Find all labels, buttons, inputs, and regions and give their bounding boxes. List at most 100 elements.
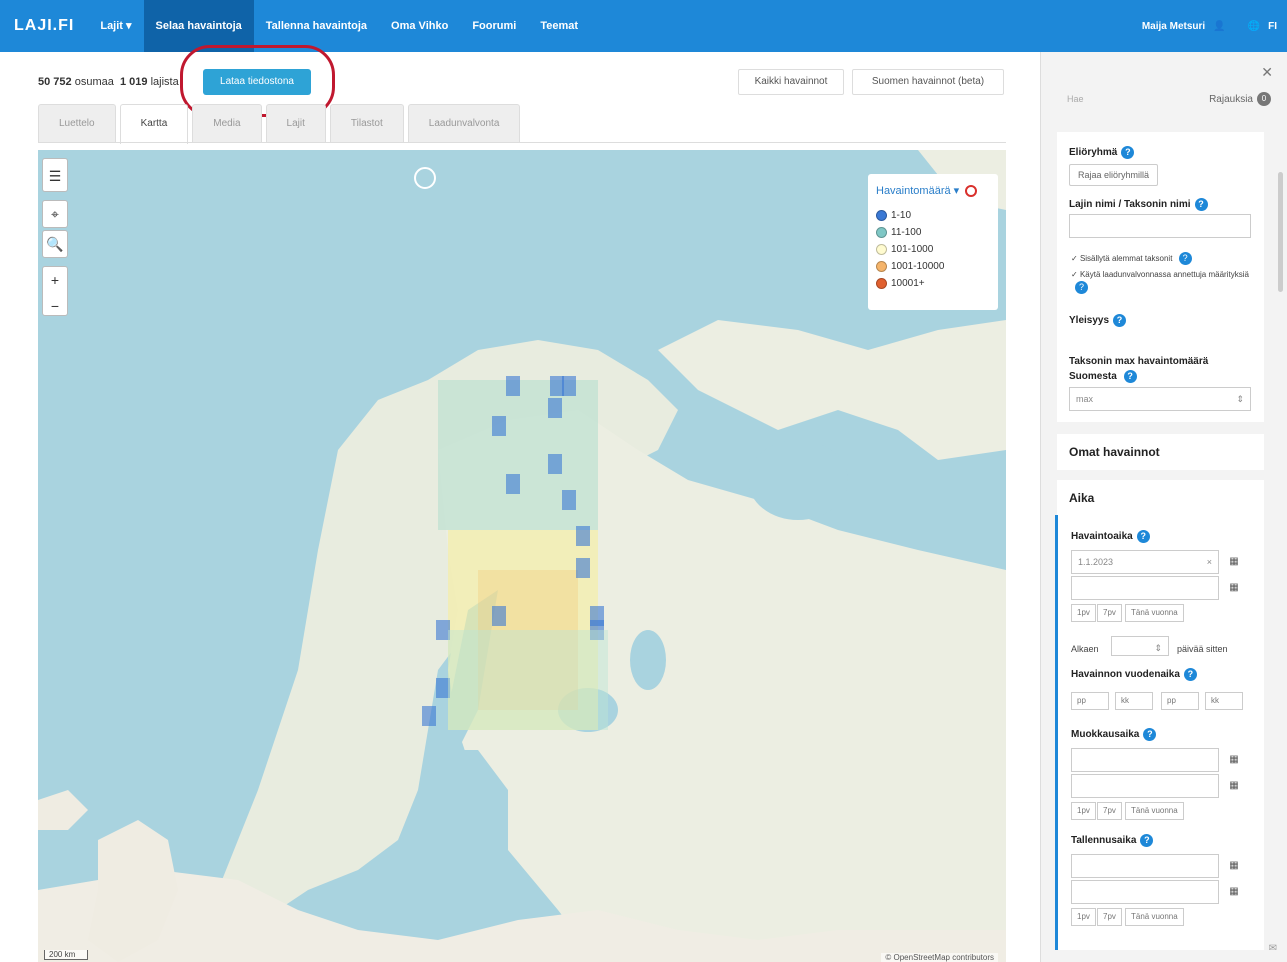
season-start-month-select[interactable]: kk [1115, 692, 1153, 710]
help-icon[interactable]: ? [1178, 252, 1192, 265]
rajaa-elioryhmilla-button[interactable]: Rajaa eliöryhmillä [1069, 164, 1159, 186]
aika-title[interactable]: Aika [1069, 491, 1094, 505]
legend-header[interactable]: Havaintomäärä ▾ [876, 184, 990, 197]
season-end-month-select[interactable]: kk [1205, 692, 1243, 710]
grid-cell [562, 490, 576, 510]
calendar-icon[interactable]: ▦ [1223, 774, 1245, 798]
help-icon[interactable]: ? [1121, 146, 1135, 159]
tab-laadunvalvonta[interactable]: Laadunvalvonta [407, 104, 521, 142]
quick-1pv-button[interactable]: 1pv [1071, 908, 1096, 926]
havaintoaika-start-value: 1.1.2023 [1078, 557, 1114, 567]
help-icon[interactable]: ? [1140, 834, 1154, 847]
help-icon[interactable]: ? [1143, 728, 1157, 741]
calendar-icon[interactable]: ▦ [1223, 576, 1245, 600]
site-logo[interactable]: LAJI.FI [0, 0, 88, 52]
legend-title[interactable]: Havaintomäärä ▾ [876, 184, 959, 197]
rajauksia-indicator[interactable]: Rajauksia 0 [1209, 92, 1271, 106]
download-file-button[interactable]: Lataa tiedostona [203, 69, 311, 95]
taxon-name-input[interactable] [1069, 214, 1251, 238]
select-arrow-icon: ⇕ [1236, 394, 1244, 404]
quality-control-checkbox[interactable]: ✓ Käytä laadunvalvonnassa annettuja määr… [1071, 268, 1261, 294]
muokkausaika-start-input[interactable] [1071, 748, 1219, 772]
nav-item-teemat[interactable]: Teemat [528, 0, 590, 52]
muokkausaika-label: Muokkausaika? [1071, 728, 1157, 741]
help-icon[interactable]: ? [1075, 281, 1088, 294]
clear-icon[interactable]: × [1207, 551, 1212, 573]
vuodenaika-label: Havainnon vuodenaika? [1071, 668, 1197, 681]
quick-1pv-button[interactable]: 1pv [1071, 604, 1096, 622]
grid-south [448, 630, 608, 730]
help-icon[interactable]: ? [1123, 370, 1137, 383]
havaintoaika-label: Havaintoaika? [1071, 530, 1150, 543]
top-nav: LAJI.FI Lajit ▾ Selaa havaintoja Tallenn… [0, 0, 1287, 52]
locate-icon[interactable]: ⌖ [42, 200, 68, 228]
land-north-russia [658, 320, 1006, 460]
grid-cell [576, 526, 590, 546]
calendar-icon[interactable]: ▦ [1223, 550, 1245, 574]
tab-lajit[interactable]: Lajit [265, 104, 326, 142]
tab-kartta[interactable]: Kartta [119, 104, 189, 144]
omat-havainnot-section[interactable]: Omat havainnot [1057, 434, 1264, 470]
include-lower-taxa-checkbox[interactable]: ✓ Sisällytä alemmat taksonit ? [1071, 252, 1261, 265]
view-tabs: Luettelo Kartta Media Lajit Tilastot Laa… [38, 104, 524, 144]
search-icon[interactable]: 🔍 [42, 230, 68, 258]
calendar-icon[interactable]: ▦ [1223, 854, 1245, 878]
nav-item-foorumi[interactable]: Foorumi [460, 0, 528, 52]
observation-map[interactable]: ☰ ⌖ 🔍 + − Havaintomäärä ▾ 1-10 11-100 10… [38, 150, 1006, 962]
havaintoaika-start-input[interactable]: 1.1.2023 × [1071, 550, 1219, 574]
help-icon[interactable]: ? [1194, 198, 1208, 211]
grid-cell [492, 416, 506, 436]
season-end-day-select[interactable]: pp [1161, 692, 1199, 710]
tallennusaika-end-input[interactable] [1071, 880, 1219, 904]
quick-7pv-button[interactable]: 7pv [1097, 802, 1122, 820]
muokkausaika-end-input[interactable] [1071, 774, 1219, 798]
legend-close-icon[interactable] [965, 184, 978, 197]
havaintoaika-end-input[interactable] [1071, 576, 1219, 600]
finland-observations-button[interactable]: Suomen havainnot (beta) [852, 69, 1004, 95]
nav-item-tallenna-havaintoja[interactable]: Tallenna havaintoja [254, 0, 379, 52]
zoom-out-button[interactable]: − [43, 293, 67, 319]
quick-this-year-button[interactable]: Tänä vuonna [1125, 604, 1184, 622]
legend-item: 1001-10000 [876, 258, 990, 275]
season-start-day-select[interactable]: pp [1071, 692, 1109, 710]
calendar-icon[interactable]: ▦ [1223, 880, 1245, 904]
layers-icon[interactable]: ☰ [42, 158, 68, 192]
tab-tilastot[interactable]: Tilastot [329, 104, 404, 142]
nav-item-lajit[interactable]: Lajit ▾ [88, 0, 143, 52]
help-icon[interactable]: ? [1136, 530, 1150, 543]
quick-1pv-button[interactable]: 1pv [1071, 802, 1096, 820]
grid-cell [492, 606, 506, 626]
mail-icon[interactable]: ✉ [1269, 943, 1277, 954]
quick-this-year-button[interactable]: Tänä vuonna [1125, 802, 1184, 820]
language-label[interactable]: FI [1268, 21, 1277, 32]
help-icon[interactable]: ? [1183, 668, 1197, 681]
nav-item-selaa-havaintoja[interactable]: Selaa havaintoja [143, 0, 254, 52]
quick-this-year-button[interactable]: Tänä vuonna [1125, 908, 1184, 926]
close-icon[interactable]: ✕ [1261, 64, 1273, 81]
days-ago-input[interactable]: ⇕ [1111, 636, 1169, 656]
stepper-icon[interactable]: ⇕ [1154, 637, 1162, 659]
help-icon[interactable]: ? [1113, 314, 1127, 327]
tab-media[interactable]: Media [192, 104, 262, 142]
tallennusaika-start-input[interactable] [1071, 854, 1219, 878]
sidebar-scrollbar[interactable] [1278, 172, 1283, 292]
user-icon[interactable]: 👤 [1213, 21, 1225, 32]
rajauksia-label: Rajauksia [1209, 93, 1253, 105]
globe-icon[interactable]: 🌐 [1248, 21, 1260, 32]
yleisyys-label[interactable]: Yleisyys? [1069, 314, 1127, 327]
map-canvas[interactable] [38, 150, 1006, 962]
zoom-in-button[interactable]: + [43, 267, 67, 293]
all-observations-button[interactable]: Kaikki havainnot [738, 69, 844, 95]
map-attribution[interactable]: © OpenStreetMap contributors [881, 953, 998, 962]
taxon-max-select[interactable]: max ⇕ [1069, 387, 1251, 411]
filter-sidebar: ✕ Hae Rajauksia 0 Eliöryhmä? Rajaa eliöry… [1040, 52, 1287, 962]
user-name[interactable]: Maija Metsuri [1142, 21, 1205, 32]
taxon-max-label: Taksonin max havaintomäärä Suomesta ? [1069, 354, 1239, 384]
nav-item-oma-vihko[interactable]: Oma Vihko [379, 0, 460, 52]
filter-search-input[interactable]: Hae [1067, 94, 1084, 104]
quick-7pv-button[interactable]: 7pv [1097, 908, 1122, 926]
quick-7pv-button[interactable]: 7pv [1097, 604, 1122, 622]
tab-luettelo[interactable]: Luettelo [38, 104, 116, 142]
vuodenaika-label-text: Havainnon vuodenaika [1071, 669, 1180, 680]
calendar-icon[interactable]: ▦ [1223, 748, 1245, 772]
